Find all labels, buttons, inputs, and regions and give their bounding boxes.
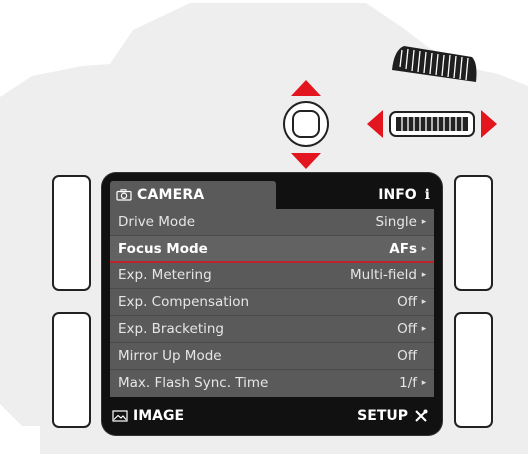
chevron-right-icon: ▸ [421,216,427,227]
tab-image-label: IMAGE [133,408,185,424]
menu-item-value: Single [375,213,417,230]
menu-item-label: Mirror Up Mode [118,347,222,364]
menu-item-max-flash-sync-time[interactable]: Max. Flash Sync. Time 1/f ▸ [110,370,434,397]
tools-icon [415,409,428,422]
camera-menu-list: Drive Mode Single ▸ Focus Mode AFs ▸ Exp. … [110,209,434,397]
menu-item-mirror-up-mode[interactable]: Mirror Up Mode Off [110,343,434,370]
menu-header: CAMERA INFO i [102,173,442,209]
tab-setup[interactable]: SETUP [357,408,428,424]
lcd-screen: CAMERA INFO i Drive Mode Single ▸ Focus M… [102,173,442,435]
left-lower-button[interactable] [52,312,91,428]
menu-item-drive-mode[interactable]: Drive Mode Single ▸ [110,209,434,236]
menu-footer: IMAGE SETUP [102,397,442,435]
menu-item-value: Off [397,321,417,338]
joystick-button[interactable] [283,101,329,147]
menu-item-label: Focus Mode [118,240,208,257]
tab-camera-label: CAMERA [137,187,205,203]
menu-item-label: Drive Mode [118,213,196,230]
chevron-right-icon: ▸ [421,270,427,281]
menu-item-value: Off [397,347,417,364]
right-lower-button[interactable] [454,312,493,428]
chevron-right-icon: ▸ [421,378,427,389]
tab-image[interactable]: IMAGE [112,408,184,424]
camera-icon [116,189,132,201]
image-icon [112,410,128,422]
tab-info[interactable]: INFO i [378,181,430,209]
menu-item-exp-metering[interactable]: Exp. Metering Multi-field ▸ [110,263,434,290]
menu-item-value: Multi-field [350,267,417,284]
chevron-right-icon: ▸ [421,243,427,254]
menu-item-value: 1/f [399,375,417,392]
chevron-right-icon: ▸ [421,324,427,335]
menu-item-focus-mode[interactable]: Focus Mode AFs ▸ [110,235,434,263]
menu-item-label: Max. Flash Sync. Time [118,375,269,392]
info-icon: i [424,187,430,203]
left-upper-button[interactable] [52,175,91,291]
tab-info-label: INFO [378,187,417,203]
menu-item-value: AFs [389,240,417,257]
menu-item-exp-bracketing[interactable]: Exp. Bracketing Off ▸ [110,316,434,343]
menu-item-label: Exp. Metering [118,267,212,284]
thumbwheel[interactable] [389,111,475,137]
menu-item-label: Exp. Compensation [118,294,250,311]
tab-setup-label: SETUP [357,408,408,424]
chevron-right-icon: ▸ [421,297,427,308]
menu-item-exp-compensation[interactable]: Exp. Compensation Off ▸ [110,289,434,317]
menu-item-label: Exp. Bracketing [118,321,224,338]
right-upper-button[interactable] [454,175,493,291]
tab-camera[interactable]: CAMERA [110,181,276,209]
menu-item-value: Off [397,294,417,311]
